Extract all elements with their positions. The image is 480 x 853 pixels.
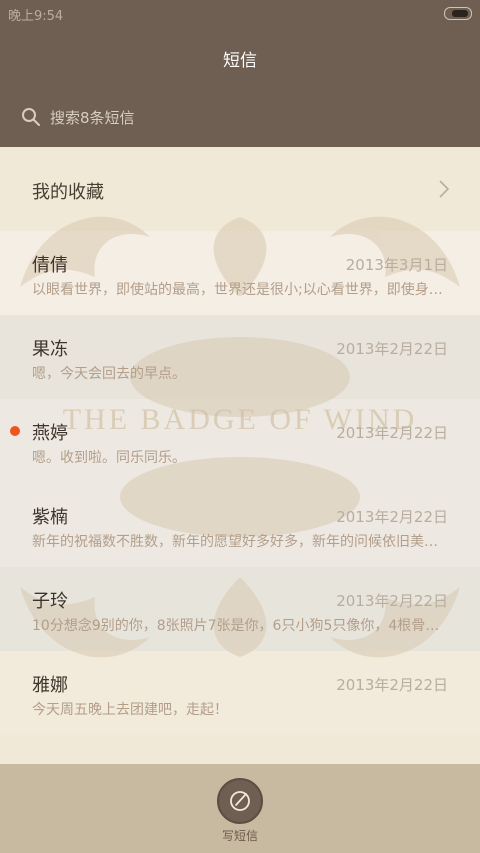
message-date: 2013年2月22日 xyxy=(336,424,448,442)
contact-name: 果冻 xyxy=(32,339,68,360)
thread-item[interactable]: 燕婷 2013年2月22日 嗯。收到啦。同乐同乐。 xyxy=(0,399,480,483)
contact-name: 倩倩 xyxy=(32,255,68,276)
chevron-right-icon xyxy=(439,180,450,198)
battery-icon xyxy=(444,7,472,20)
thread-item[interactable]: 雅娜 2013年2月22日 今天周五晚上去团建吧，走起！ xyxy=(0,651,480,735)
unread-indicator xyxy=(10,426,20,436)
compose-label: 写短信 xyxy=(221,829,258,843)
message-date: 2013年2月22日 xyxy=(336,340,448,358)
message-preview: 嗯，今天会回去的早点。 xyxy=(32,366,186,382)
thread-item[interactable]: 紫楠 2013年2月22日 新年的祝福数不胜数，新年的愿望好多好多，新年的问候依… xyxy=(0,483,480,567)
contact-name: 燕婷 xyxy=(32,423,68,444)
thread-item[interactable]: 果冻 2013年2月22日 嗯，今天会回去的早点。 xyxy=(0,315,480,399)
contact-name: 紫楠 xyxy=(32,507,68,528)
thread-item[interactable]: 倩倩 2013年3月1日 以眼看世界，即使站的最高，世界还是很小;以心看世界，即… xyxy=(0,231,480,315)
status-bar: 晚上9:54 xyxy=(0,0,480,26)
message-date: 2013年3月1日 xyxy=(345,256,448,274)
message-preview: 10分想念9别的你，8张照片7张是你，6只小狗5只像你，4根骨… xyxy=(32,618,440,634)
message-preview: 以眼看世界，即使站的最高，世界还是很小;以心看世界，即使身… xyxy=(32,282,443,298)
contact-name: 子玲 xyxy=(32,591,68,612)
compose-button[interactable] xyxy=(217,778,263,824)
message-date: 2013年2月22日 xyxy=(336,508,448,526)
message-preview: 今天周五晚上去团建吧，走起！ xyxy=(32,702,228,718)
contact-name: 雅娜 xyxy=(32,675,68,696)
search-icon xyxy=(22,108,40,126)
app-header: 晚上9:54 短信 搜索8条短信 xyxy=(0,0,480,147)
favorites-row[interactable]: 我的收藏 xyxy=(0,147,480,231)
message-preview: 新年的祝福数不胜数，新年的愿望好多好多，新年的问候依旧美… xyxy=(32,534,438,550)
bottom-bar: 写短信 xyxy=(0,764,480,853)
page-title: 短信 xyxy=(223,51,257,71)
favorites-label: 我的收藏 xyxy=(32,182,104,203)
message-date: 2013年2月22日 xyxy=(336,676,448,694)
status-time: 晚上9:54 xyxy=(8,9,64,24)
search-bar[interactable]: 搜索8条短信 xyxy=(20,104,135,130)
conversation-list: THE BADGE OF WIND 我的收藏 倩倩 2013年3月1日 以眼看世… xyxy=(0,147,480,764)
message-preview: 嗯。收到啦。同乐同乐。 xyxy=(32,450,186,466)
compose-icon xyxy=(230,791,250,811)
search-input[interactable]: 搜索8条短信 xyxy=(50,107,135,128)
thread-item[interactable]: 子玲 2013年2月22日 10分想念9别的你，8张照片7张是你，6只小狗5只像… xyxy=(0,567,480,651)
message-date: 2013年2月22日 xyxy=(336,592,448,610)
